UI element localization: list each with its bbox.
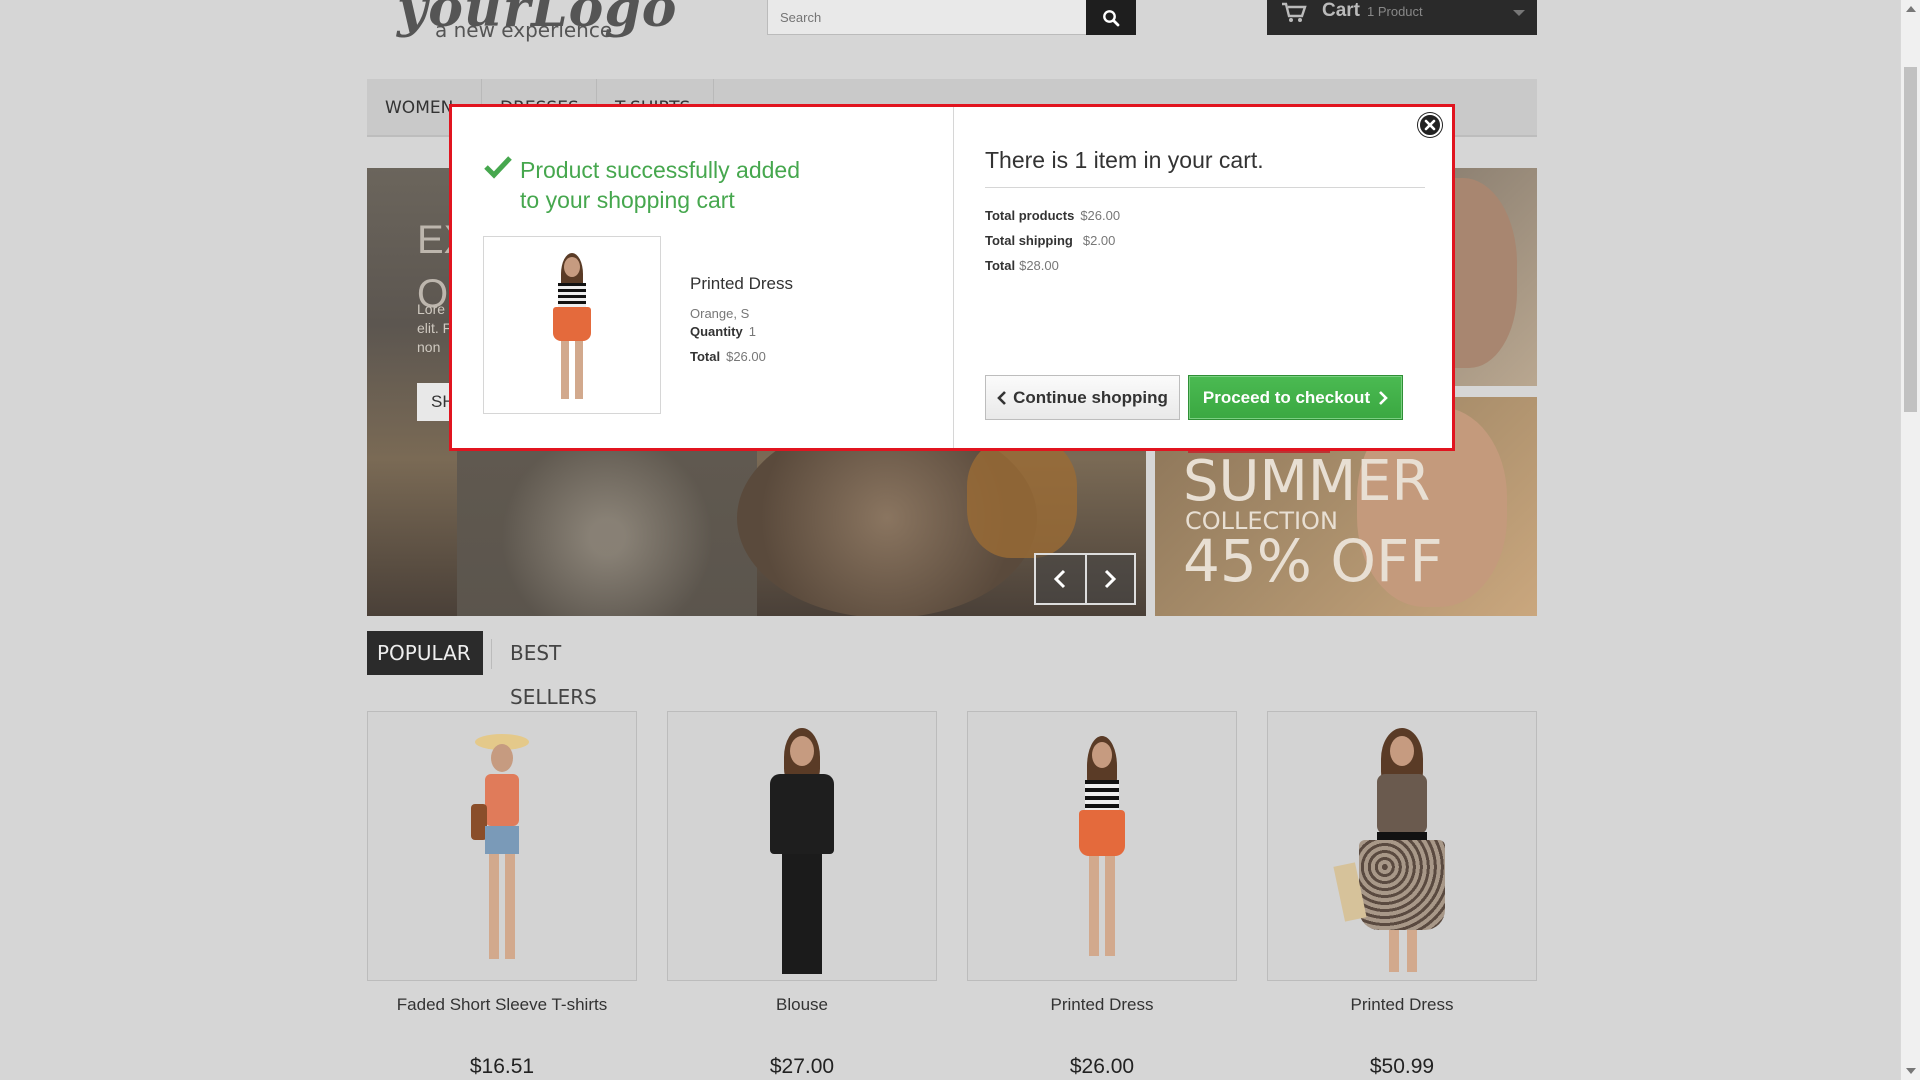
hero-text-line2: elit. F: [417, 320, 452, 336]
quantity-label: Quantity: [690, 324, 743, 339]
product-name[interactable]: Faded Short Sleeve T-shirts: [367, 995, 637, 1015]
product-card[interactable]: Printed Dress $26.00: [967, 711, 1237, 1079]
cart-dropdown[interactable]: Cart 1 Product: [1267, 0, 1537, 35]
product-name[interactable]: Printed Dress: [967, 995, 1237, 1015]
hero-image-glove: [967, 438, 1077, 558]
cart-confirmation-modal: Product successfully added to your shopp…: [449, 104, 1455, 451]
model-figure: [1057, 736, 1147, 976]
chevron-down-icon: [1513, 10, 1525, 16]
logo-tagline: a new experience: [435, 18, 613, 42]
scroll-up-icon[interactable]: [1906, 6, 1916, 12]
scroll-down-icon[interactable]: [1906, 1068, 1916, 1074]
grand-total-row: Total $28.00: [985, 258, 1059, 273]
product-price: $26.00: [1069, 1055, 1135, 1078]
hero-text-line3: non: [417, 339, 441, 355]
total-value: $26.00: [726, 349, 766, 364]
continue-shopping-label: Continue shopping: [1013, 387, 1168, 407]
product-image[interactable]: [1267, 711, 1537, 981]
total-shipping-row: Total shipping $2.00: [985, 233, 1115, 248]
added-product-total: Total $26.00: [690, 349, 766, 364]
product-price: $27.00: [769, 1055, 835, 1078]
promo-title: SUMMER: [1183, 449, 1431, 514]
continue-shopping-button[interactable]: Continue shopping: [985, 375, 1180, 420]
model-figure: [1333, 728, 1467, 978]
added-product-quantity: Quantity 1: [690, 324, 756, 339]
product-image[interactable]: [367, 711, 637, 981]
product-grid: Faded Short Sleeve T-shirts $16.51 Blous…: [367, 711, 1537, 1080]
product-name[interactable]: Blouse: [667, 995, 937, 1015]
hero-text: Lore elit. F non: [417, 300, 451, 357]
success-message-line1: Product successfully added: [520, 157, 800, 183]
tab-best-sellers[interactable]: BEST SELLERS: [500, 631, 607, 709]
cart-count: 1 Product: [1367, 4, 1423, 19]
added-product-image: [483, 236, 661, 414]
product-image[interactable]: [967, 711, 1237, 981]
product-card[interactable]: Blouse $27.00: [667, 711, 937, 1079]
model-figure: [742, 728, 862, 978]
slider-prev-button[interactable]: [1036, 555, 1085, 603]
checkout-label: Proceed to checkout: [1202, 387, 1371, 407]
total-products-value: $26.00: [1080, 208, 1121, 223]
model-figure: [457, 734, 547, 974]
product-price: $50.99: [1369, 1055, 1435, 1078]
quantity-value: 1: [748, 324, 756, 339]
close-button[interactable]: [1418, 113, 1442, 137]
close-icon: [1424, 119, 1436, 131]
cart-summary-heading: There is 1 item in your cart.: [985, 147, 1264, 173]
chevron-right-icon: [1105, 569, 1117, 589]
total-shipping-label: Total shipping: [985, 233, 1073, 248]
search-icon: [1103, 9, 1120, 26]
total-shipping-value: $2.00: [1082, 233, 1116, 248]
search-input[interactable]: [768, 0, 1086, 34]
scrollbar-thumb[interactable]: [1904, 67, 1917, 412]
cart-label: Cart: [1322, 0, 1361, 21]
cart-summary-panel: There is 1 item in your cart. Total prod…: [955, 107, 1452, 448]
added-product-name: Printed Dress: [690, 274, 793, 293]
page-scrollbar[interactable]: [1900, 0, 1920, 1080]
checkmark-icon: [484, 156, 512, 179]
hero-text-line1: Lore: [417, 301, 446, 317]
chevron-left-icon: [1054, 569, 1066, 589]
success-message: Product successfully added to your shopp…: [520, 155, 800, 215]
proceed-to-checkout-button[interactable]: Proceed to checkout: [1188, 375, 1403, 420]
chevron-left-icon: [997, 390, 1006, 405]
tab-divider: [491, 639, 492, 669]
hero-image-plants: [457, 448, 757, 616]
total-products-row: Total products $26.00: [985, 208, 1120, 223]
chevron-right-icon: [1379, 390, 1388, 405]
site-logo[interactable]: yourLogo a new experience: [367, 0, 687, 50]
slider-next-button[interactable]: [1084, 555, 1134, 603]
model-figure: [537, 253, 607, 403]
product-image[interactable]: [667, 711, 937, 981]
success-message-line2: to your shopping cart: [520, 187, 735, 213]
search-bar: [767, 0, 1136, 35]
product-name[interactable]: Printed Dress: [1267, 995, 1537, 1015]
promo-offer: 45% OFF: [1183, 527, 1443, 595]
tab-popular[interactable]: POPULAR: [367, 631, 483, 675]
product-card[interactable]: Faded Short Sleeve T-shirts $16.51: [367, 711, 637, 1079]
cart-icon: [1282, 2, 1307, 22]
divider: [985, 187, 1425, 188]
grand-total-value: $28.00: [1019, 258, 1059, 273]
added-product-panel: Product successfully added to your shopp…: [452, 107, 954, 448]
total-label: Total: [690, 349, 721, 364]
slider-controls: [1034, 553, 1136, 605]
grand-total-label: Total: [985, 258, 1016, 273]
added-product-attributes: Orange, S: [690, 306, 750, 321]
product-price: $16.51: [469, 1055, 535, 1078]
search-button[interactable]: [1086, 0, 1136, 35]
product-card[interactable]: Printed Dress $50.99: [1267, 711, 1537, 1079]
total-products-label: Total products: [985, 208, 1075, 223]
